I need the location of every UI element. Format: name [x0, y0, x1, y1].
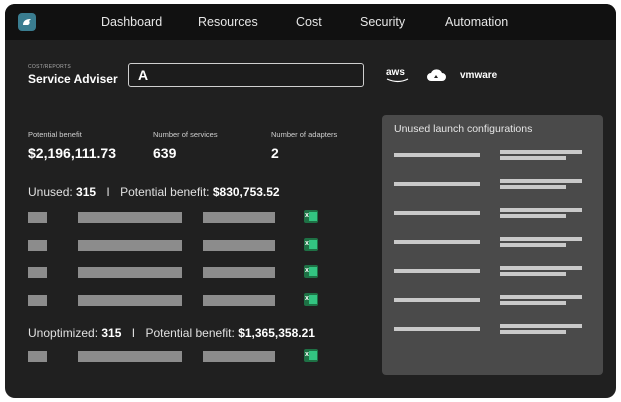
panel-title: Unused launch configurations: [394, 123, 533, 135]
list-item-placeholder: [500, 324, 582, 328]
list-item-placeholder: [500, 179, 582, 183]
row-cell-placeholder: [28, 212, 47, 223]
list-item-placeholder: [394, 182, 480, 186]
row-cell-placeholder: [28, 239, 47, 251]
row-cell-placeholder: [203, 267, 275, 278]
excel-export-icon[interactable]: x: [304, 210, 318, 223]
list-item[interactable]: [382, 295, 603, 311]
list-item-placeholder: [500, 301, 566, 305]
row-cell-placeholder: [28, 351, 47, 362]
nav-dashboard[interactable]: Dashboard: [101, 15, 162, 29]
excel-export-icon[interactable]: x: [304, 292, 318, 306]
list-item-placeholder: [500, 150, 582, 154]
row-cell-placeholder: [78, 294, 182, 306]
app-window: Dashboard Resources Cost Security Automa…: [5, 4, 616, 398]
page-title: Service Adviser: [28, 72, 118, 86]
list-item-placeholder: [500, 266, 582, 270]
top-nav: Dashboard Resources Cost Security Automa…: [5, 4, 616, 40]
row-cell-placeholder: [203, 239, 275, 251]
stat-value-adapters: 2: [271, 145, 279, 161]
excel-glyph: x: [305, 212, 309, 219]
nav-resources[interactable]: Resources: [198, 15, 258, 29]
list-item-placeholder: [500, 214, 566, 218]
excel-glyph: x: [305, 267, 309, 274]
list-item[interactable]: [382, 208, 603, 224]
list-item-placeholder: [500, 237, 582, 241]
nav-automation[interactable]: Automation: [445, 15, 508, 29]
list-item-placeholder: [394, 240, 480, 244]
list-item-placeholder: [394, 153, 480, 157]
list-item-placeholder: [500, 243, 566, 247]
table-row[interactable]: x: [5, 292, 385, 309]
table-row[interactable]: x: [5, 210, 385, 226]
excel-export-icon[interactable]: x: [304, 349, 318, 362]
row-cell-placeholder: [203, 212, 275, 223]
list-item[interactable]: [382, 237, 603, 253]
stat-value-services: 639: [153, 145, 177, 161]
list-item-placeholder: [500, 208, 582, 212]
stat-label-adapters: Number of adapters: [271, 130, 338, 139]
nav-security[interactable]: Security: [360, 15, 405, 29]
nav-cost[interactable]: Cost: [296, 15, 322, 29]
row-cell-placeholder: [78, 239, 182, 251]
unused-launch-configurations-panel: Unused launch configurations: [382, 115, 603, 375]
list-item-placeholder: [394, 327, 480, 331]
list-item-placeholder: [394, 269, 480, 273]
list-item[interactable]: [382, 179, 603, 195]
search-input[interactable]: A: [128, 63, 364, 87]
row-cell-placeholder: [78, 267, 182, 278]
row-cell-placeholder: [78, 351, 182, 362]
excel-export-icon[interactable]: x: [304, 265, 318, 278]
row-cell-placeholder: [78, 212, 182, 223]
search-prefix-icon: A: [138, 67, 149, 83]
table-row[interactable]: x: [5, 349, 385, 365]
group-header-unused: Unused: 315 I Potential benefit: $830,75…: [28, 185, 280, 199]
row-cell-placeholder: [28, 294, 47, 306]
list-item-placeholder: [500, 156, 566, 160]
list-item-placeholder: [500, 185, 566, 189]
stat-label-services: Number of services: [153, 130, 218, 139]
excel-glyph: x: [305, 239, 309, 247]
breadcrumb: COST/REPORTS: [28, 64, 71, 70]
list-item-placeholder: [500, 295, 582, 299]
row-cell-placeholder: [203, 294, 275, 306]
list-item[interactable]: [382, 324, 603, 340]
table-row[interactable]: x: [5, 237, 385, 254]
aws-icon[interactable]: aws: [386, 67, 412, 85]
cloud-icon[interactable]: [426, 67, 446, 88]
group-header-unoptimized: Unoptimized: 315 I Potential benefit: $1…: [28, 326, 315, 340]
row-cell-placeholder: [28, 267, 47, 278]
list-item-placeholder: [500, 330, 566, 334]
row-cell-placeholder: [203, 351, 275, 362]
table-row[interactable]: x: [5, 265, 385, 281]
stat-value-potential-benefit: $2,196,111.73: [28, 145, 116, 161]
stat-label-potential-benefit: Potential benefit: [28, 130, 82, 139]
list-item[interactable]: [382, 150, 603, 166]
app-logo-icon[interactable]: [18, 13, 36, 31]
list-item-placeholder: [394, 211, 480, 215]
excel-glyph: x: [305, 294, 309, 302]
excel-export-icon[interactable]: x: [304, 237, 318, 251]
list-item-placeholder: [394, 298, 480, 302]
vmware-icon[interactable]: vmware: [460, 70, 497, 81]
list-item-placeholder: [500, 272, 566, 276]
list-item[interactable]: [382, 266, 603, 282]
excel-glyph: x: [305, 351, 309, 358]
